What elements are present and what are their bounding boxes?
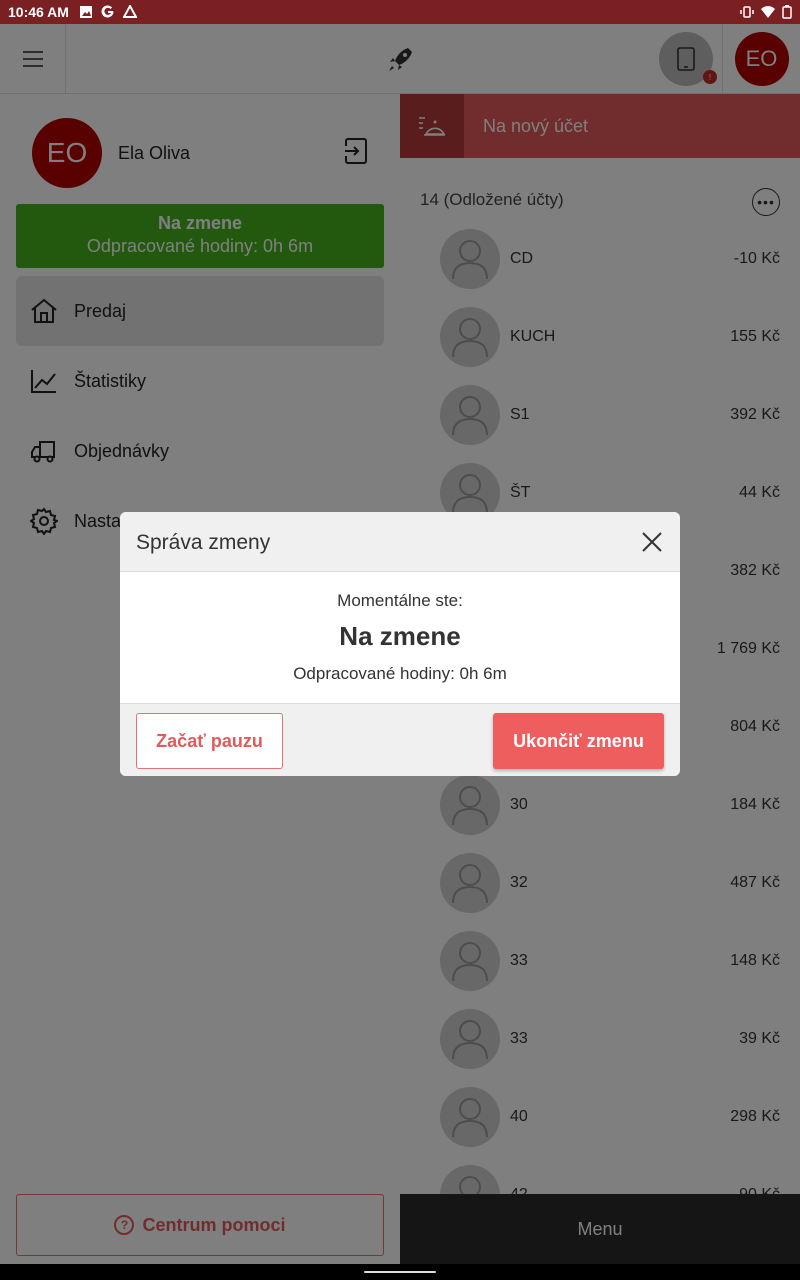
worked-hours: Odpracované hodiny: 0h 6m [293, 664, 507, 683]
battery-icon [782, 5, 792, 19]
close-button[interactable] [638, 528, 666, 556]
current-status-label: Momentálne ste: [337, 591, 463, 610]
vibrate-icon [740, 6, 754, 18]
close-icon [642, 532, 662, 552]
status-time: 10:46 AM [8, 4, 69, 20]
dialog-body: Momentálne ste: Na zmene Odpracované hod… [120, 572, 680, 703]
end-shift-button[interactable]: Ukončiť zmenu [493, 713, 664, 769]
home-handle[interactable] [364, 1271, 436, 1273]
dialog-header: Správa zmeny [120, 512, 680, 572]
current-status-value: Na zmene [339, 621, 461, 651]
drive-icon [122, 5, 137, 18]
status-bar: 10:46 AM [0, 0, 800, 24]
wifi-icon [761, 6, 775, 18]
start-break-button[interactable]: Začať pauzu [136, 713, 283, 769]
dialog-footer: Začať pauzu Ukončiť zmenu [120, 703, 680, 776]
dialog-title: Správa zmeny [136, 531, 271, 554]
image-icon [79, 6, 92, 18]
system-nav-bar [0, 1264, 800, 1280]
google-icon [101, 5, 114, 18]
shift-management-dialog: Správa zmeny Momentálne ste: Na zmene Od… [120, 512, 680, 776]
